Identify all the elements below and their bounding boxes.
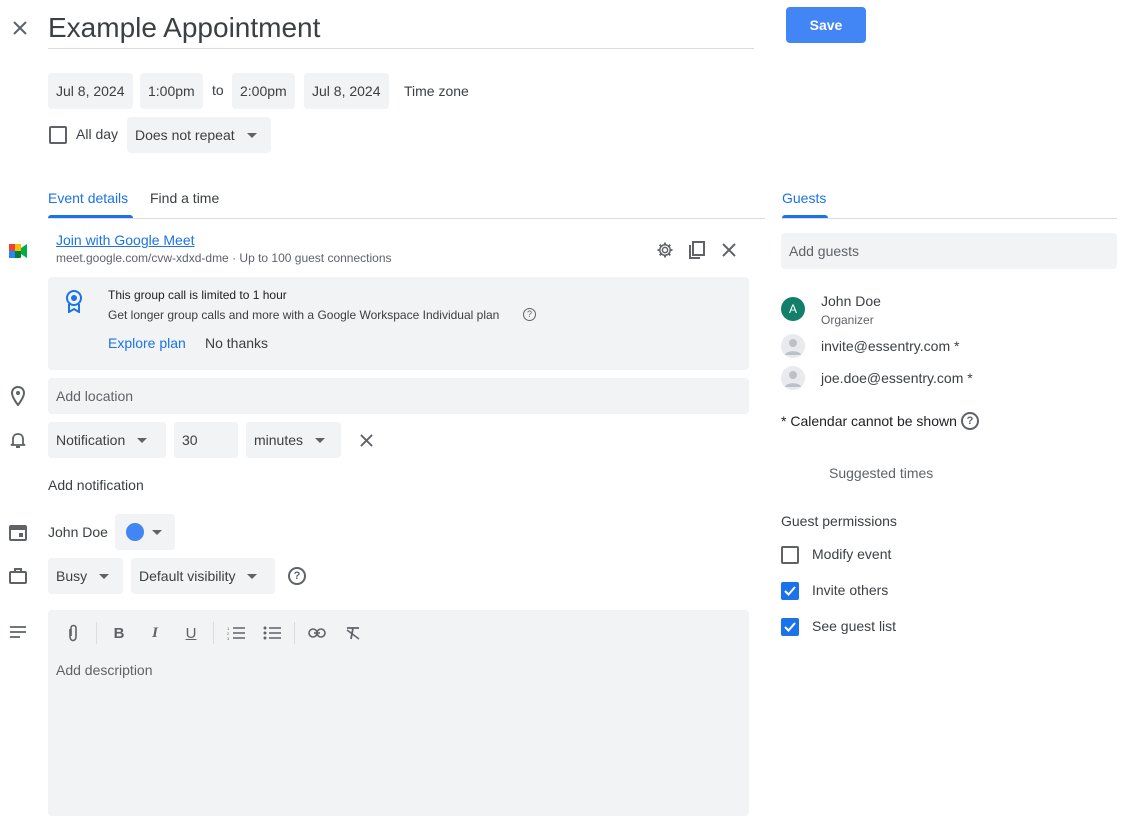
event-title-input[interactable]: Example Appointment (48, 4, 754, 49)
availability-dropdown[interactable]: Busy (48, 558, 123, 594)
avatar-placeholder-icon (781, 366, 805, 390)
explore-plan-button[interactable]: Explore plan (108, 335, 186, 351)
toolbar-divider (96, 622, 97, 644)
tabs-divider (48, 218, 765, 219)
visibility-dropdown[interactable]: Default visibility (131, 558, 275, 594)
visibility-value: Default visibility (139, 568, 236, 584)
remove-meet-icon[interactable] (718, 239, 740, 261)
notification-value-input[interactable]: 30 (174, 422, 238, 458)
all-day-checkbox[interactable] (49, 126, 67, 144)
chevron-down-icon (246, 132, 257, 138)
numbered-list-icon[interactable]: 123 (225, 622, 247, 644)
bold-icon[interactable]: B (108, 622, 130, 644)
calendar-note: * Calendar cannot be shown (781, 413, 957, 429)
gear-icon[interactable] (654, 239, 676, 261)
remove-notification-icon[interactable] (356, 430, 376, 450)
end-time-button[interactable]: 2:00pm (232, 73, 295, 109)
svg-text:3: 3 (227, 636, 230, 640)
tab-guests[interactable]: Guests (782, 190, 826, 206)
join-meet-link[interactable]: Join with Google Meet (56, 232, 195, 248)
add-guests-input[interactable]: Add guests (781, 233, 1117, 269)
all-day-label: All day (76, 126, 119, 142)
notice-body: Get longer group calls and more with a G… (108, 308, 500, 322)
guest-name: John Doe (821, 293, 881, 309)
notice-title: This group call is limited to 1 hour (108, 288, 287, 302)
notification-type-value: Notification (56, 432, 126, 448)
chevron-down-icon (315, 437, 326, 443)
start-date-button[interactable]: Jul 8, 2024 (48, 73, 133, 109)
bell-icon (8, 430, 28, 450)
close-icon[interactable] (8, 16, 32, 40)
copy-icon[interactable] (686, 239, 708, 261)
tab-event-details[interactable]: Event details (48, 190, 128, 206)
suggested-times-button[interactable]: Suggested times (829, 465, 933, 481)
location-input[interactable]: Add location (48, 378, 749, 414)
google-meet-icon (8, 241, 28, 261)
chevron-down-icon (152, 529, 162, 535)
chevron-down-icon (99, 573, 110, 579)
repeat-dropdown[interactable]: Does not repeat (127, 117, 271, 153)
guests-divider (782, 218, 1117, 219)
help-icon[interactable]: ? (523, 308, 536, 321)
no-thanks-button[interactable]: No thanks (205, 335, 268, 351)
toolbar-divider (213, 622, 214, 644)
guest-permissions-title: Guest permissions (781, 513, 897, 529)
notification-unit-value: minutes (254, 432, 304, 448)
guest-role: Organizer (821, 313, 874, 327)
location-pin-icon (8, 386, 28, 406)
clear-format-icon[interactable] (342, 622, 364, 644)
save-button[interactable]: Save (786, 7, 866, 43)
guest-name: invite@essentry.com * (821, 338, 960, 354)
see-guest-list-label: See guest list (812, 618, 897, 634)
award-icon (64, 289, 84, 318)
underline-icon[interactable]: U (180, 622, 202, 644)
chevron-down-icon (137, 437, 148, 443)
description-icon (8, 622, 28, 642)
invite-others-checkbox[interactable] (781, 582, 799, 600)
invite-others-label: Invite others (812, 582, 889, 598)
link-icon[interactable] (306, 622, 328, 644)
notification-unit-dropdown[interactable]: minutes (246, 422, 341, 458)
modify-event-label: Modify event (812, 546, 892, 562)
avatar-placeholder-icon (781, 334, 805, 358)
description-placeholder: Add description (56, 662, 153, 678)
bulleted-list-icon[interactable] (261, 622, 283, 644)
start-time-button[interactable]: 1:00pm (140, 73, 203, 109)
help-icon[interactable]: ? (288, 567, 306, 585)
tab-find-a-time[interactable]: Find a time (150, 190, 219, 206)
repeat-value: Does not repeat (135, 127, 235, 143)
help-icon[interactable]: ? (961, 412, 979, 430)
calendar-icon (8, 522, 28, 542)
italic-icon[interactable]: I (144, 622, 166, 644)
attachment-icon[interactable] (62, 622, 84, 644)
meet-limit-notice: This group call is limited to 1 hour Get… (48, 277, 749, 370)
color-dot (126, 523, 144, 541)
avatar: A (781, 297, 805, 321)
calendar-owner: John Doe (48, 524, 108, 540)
modify-event-checkbox[interactable] (781, 546, 799, 564)
availability-value: Busy (56, 568, 88, 584)
add-notification-button[interactable]: Add notification (48, 477, 144, 493)
meet-link-info: meet.google.com/cvw-xdxd-dme · Up to 100… (56, 251, 392, 265)
timezone-button[interactable]: Time zone (404, 83, 469, 99)
chevron-down-icon (247, 573, 258, 579)
to-label: to (212, 82, 224, 98)
briefcase-icon (8, 566, 28, 586)
calendar-color-dropdown[interactable] (115, 514, 175, 550)
toolbar-divider (294, 622, 295, 644)
notification-type-dropdown[interactable]: Notification (48, 422, 166, 458)
guest-name: joe.doe@essentry.com * (821, 370, 973, 386)
end-date-button[interactable]: Jul 8, 2024 (304, 73, 389, 109)
see-guest-list-checkbox[interactable] (781, 618, 799, 636)
